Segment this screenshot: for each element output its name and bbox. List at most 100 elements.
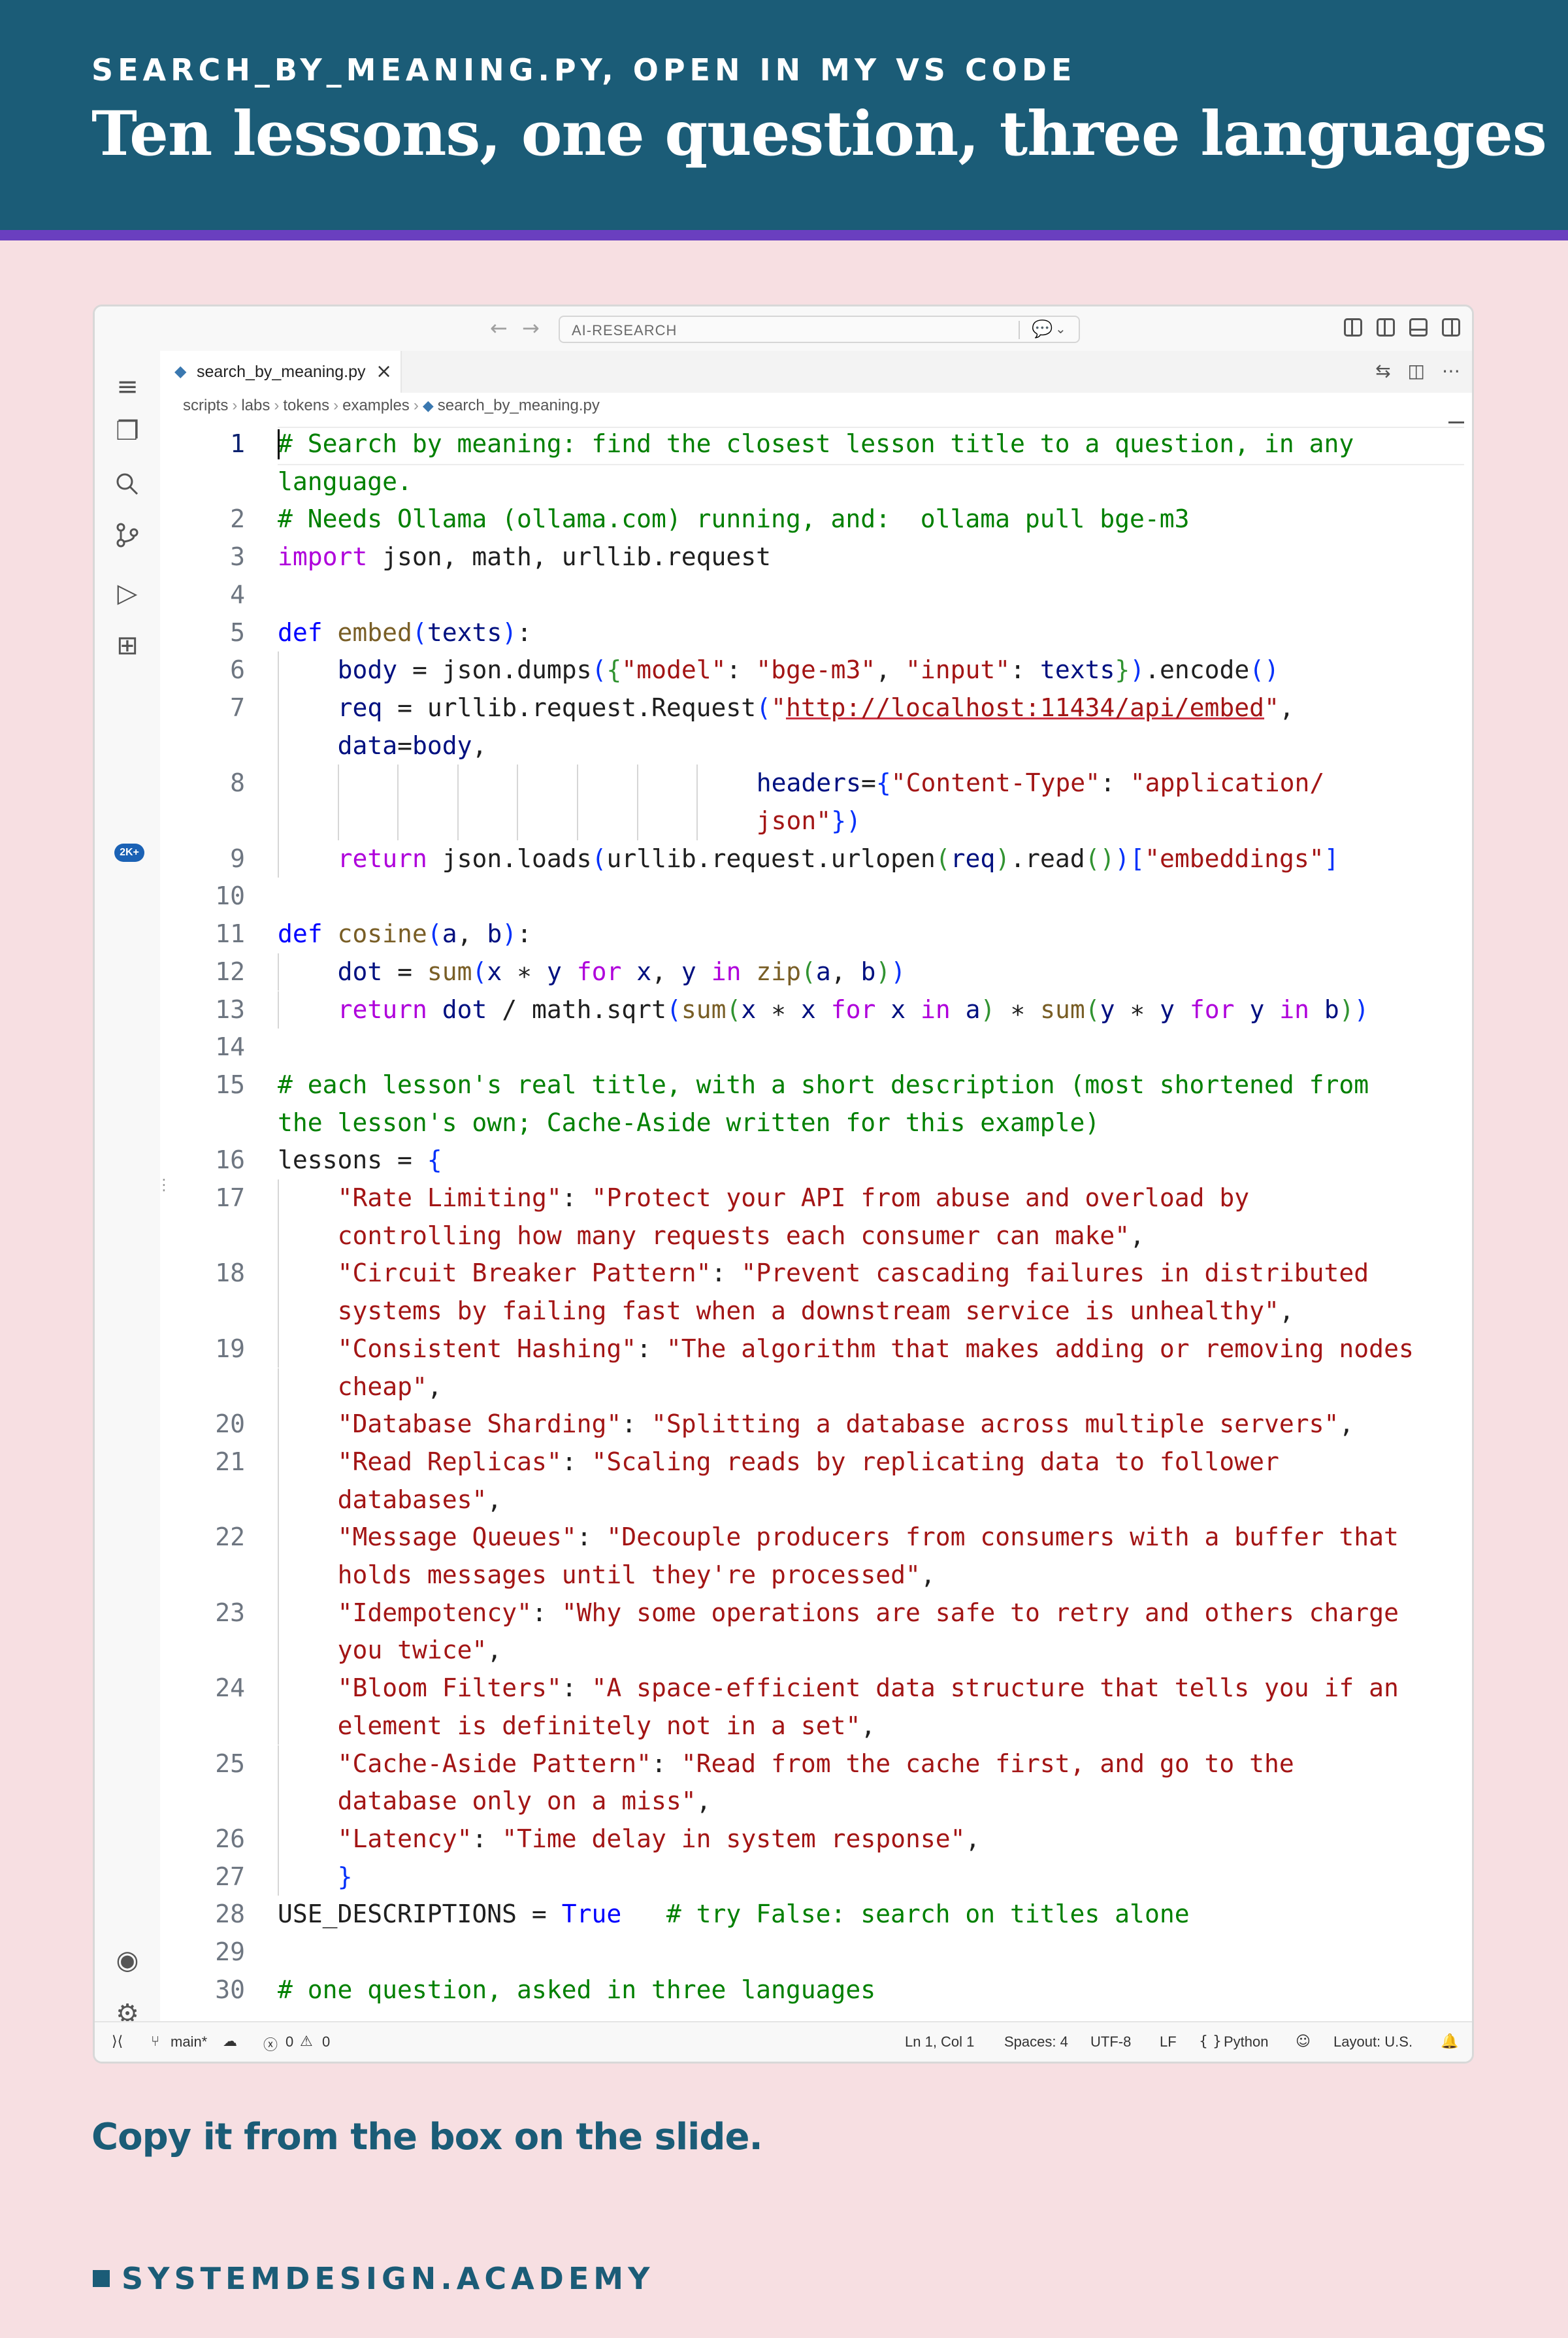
toggle-primary-sidebar-icon[interactable] bbox=[1377, 318, 1395, 337]
indent-guide bbox=[278, 1594, 279, 1632]
code-line: return json.loads(urllib.request.urlopen… bbox=[337, 844, 1339, 873]
warning-icon[interactable]: ⚠ bbox=[300, 2033, 313, 2050]
tab-strip: ◆ search_by_meaning.py × ⇆ ◫ ⋯ bbox=[160, 351, 1472, 393]
search-icon[interactable] bbox=[95, 471, 160, 504]
breadcrumb-item[interactable]: examples bbox=[342, 397, 410, 414]
title-bar: ← → AI-RESEARCH 💬 ⌄ bbox=[95, 306, 1472, 351]
line-number: 26 bbox=[215, 1824, 245, 1853]
line-number: 20 bbox=[215, 1409, 245, 1439]
error-icon[interactable]: ⓧ bbox=[263, 2033, 278, 2054]
code-line: "Rate Limiting": "Protect your API from … bbox=[337, 1183, 1250, 1212]
sync-icon[interactable]: ☁ bbox=[223, 2033, 237, 2050]
indent-guide bbox=[278, 1519, 279, 1556]
error-count[interactable]: 0 bbox=[286, 2033, 293, 2050]
line-number bbox=[160, 727, 245, 765]
line-number: 19 bbox=[215, 1334, 245, 1363]
code-line: database only on a miss", bbox=[337, 1786, 711, 1816]
keyboard-layout[interactable]: Layout: U.S. bbox=[1333, 2033, 1413, 2050]
toggle-secondary-sidebar-icon[interactable] bbox=[1442, 318, 1460, 337]
extensions-icon[interactable]: ⊞ bbox=[95, 631, 160, 661]
source-control-icon[interactable] bbox=[95, 522, 160, 555]
bell-icon[interactable]: 🔔 bbox=[1441, 2033, 1458, 2050]
account-icon[interactable]: ◉ bbox=[95, 1945, 160, 1975]
code-line: "Idempotency": "Why some operations are … bbox=[337, 1598, 1399, 1627]
line-number: 7 bbox=[230, 693, 245, 722]
code-line: databases", bbox=[337, 1485, 502, 1514]
code-line: "Read Replicas": "Scaling reads by repli… bbox=[337, 1447, 1279, 1476]
indent-guide bbox=[278, 689, 279, 727]
warning-count[interactable]: 0 bbox=[322, 2033, 330, 2050]
files-icon[interactable]: ❐ bbox=[95, 416, 160, 446]
code-line: } bbox=[337, 1862, 353, 1891]
line-number: 17 bbox=[215, 1183, 245, 1212]
command-center[interactable]: AI-RESEARCH 💬 ⌄ bbox=[559, 316, 1080, 343]
code-line: questions = { bbox=[278, 2009, 472, 2011]
split-editor-icon[interactable]: ◫ bbox=[1408, 360, 1425, 382]
code-line: "Consistent Hashing": "The algorithm tha… bbox=[337, 1334, 1414, 1363]
vscode-window: ← → AI-RESEARCH 💬 ⌄ ≡ ❐ 2K+ ▷ ⊞ ◉ ⚙ ◆ se… bbox=[93, 305, 1474, 2064]
breadcrumb-item[interactable]: search_by_meaning.py bbox=[438, 397, 600, 414]
sash-handle-icon[interactable]: ⋮ bbox=[156, 1176, 172, 1194]
cursor-position[interactable]: Ln 1, Col 1 bbox=[905, 2033, 974, 2050]
banner-stripe bbox=[0, 230, 1568, 240]
indent-guide bbox=[278, 1330, 279, 1368]
breadcrumb-item[interactable]: labs bbox=[241, 397, 270, 414]
compare-changes-icon[interactable]: ⇆ bbox=[1375, 360, 1390, 382]
breadcrumb-item[interactable]: scripts bbox=[183, 397, 228, 414]
chat-icon[interactable]: 💬 bbox=[1032, 320, 1053, 339]
line-number bbox=[160, 1707, 245, 1745]
line-number: 31 bbox=[160, 2009, 245, 2011]
code-line: # one question, asked in three languages bbox=[278, 1975, 876, 2004]
branch-name[interactable]: main* bbox=[171, 2033, 207, 2050]
copilot-icon[interactable]: ☺ bbox=[1296, 2033, 1311, 2050]
arrow-left-icon[interactable]: ← bbox=[490, 316, 508, 340]
code-line: you twice", bbox=[337, 1636, 502, 1665]
indent-guide bbox=[278, 765, 279, 802]
arrow-right-icon[interactable]: → bbox=[522, 316, 540, 340]
close-icon[interactable]: × bbox=[376, 360, 392, 383]
indent-guide bbox=[278, 1820, 279, 1858]
customize-layout-icon[interactable] bbox=[1344, 318, 1362, 337]
indent-guide bbox=[278, 1783, 279, 1820]
indent-guide bbox=[397, 765, 399, 802]
breadcrumb-item[interactable]: tokens bbox=[283, 397, 329, 414]
python-file-icon: ◆ bbox=[174, 362, 187, 380]
code-line: import json, math, urllib.request bbox=[278, 542, 771, 572]
code-line: "Circuit Breaker Pattern": "Prevent casc… bbox=[337, 1259, 1369, 1288]
line-number: 1 bbox=[230, 429, 245, 458]
line-number: 30 bbox=[215, 1975, 245, 2004]
language-mode[interactable]: Python bbox=[1224, 2033, 1269, 2050]
line-number: 21 bbox=[215, 1447, 245, 1476]
chevron-right-icon: › bbox=[333, 397, 339, 414]
indent-guide bbox=[278, 991, 279, 1029]
code-editor[interactable]: 1 # Search by meaning: find the closest l… bbox=[160, 418, 1464, 2011]
line-number bbox=[160, 1104, 245, 1142]
line-number: 18 bbox=[215, 1259, 245, 1288]
code-line: def cosine(a, b): bbox=[278, 919, 532, 949]
indent-guide bbox=[278, 1556, 279, 1594]
code-line: cheap", bbox=[337, 1372, 442, 1401]
chevron-right-icon: › bbox=[274, 397, 280, 414]
scm-badge: 2K+ bbox=[114, 844, 144, 862]
indent-guide bbox=[337, 802, 339, 840]
code-line: lessons = { bbox=[278, 1145, 442, 1175]
encoding[interactable]: UTF-8 bbox=[1090, 2033, 1131, 2050]
toggle-panel-icon[interactable] bbox=[1409, 318, 1428, 337]
run-debug-icon[interactable]: ▷ bbox=[95, 578, 160, 608]
indent-guide bbox=[278, 1179, 279, 1217]
remote-icon[interactable]: ⟩⟨ bbox=[112, 2033, 123, 2050]
chevron-down-icon[interactable]: ⌄ bbox=[1055, 321, 1066, 337]
menu-icon[interactable]: ≡ bbox=[95, 372, 160, 402]
indentation[interactable]: Spaces: 4 bbox=[1004, 2033, 1068, 2050]
indent-guide bbox=[457, 802, 459, 840]
indent-guide bbox=[278, 953, 279, 991]
line-ending[interactable]: LF bbox=[1160, 2033, 1177, 2050]
line-number: 13 bbox=[215, 995, 245, 1024]
indent-guide bbox=[636, 765, 638, 802]
code-line: json"}) bbox=[756, 806, 861, 835]
line-number: 5 bbox=[230, 617, 245, 647]
more-actions-icon[interactable]: ⋯ bbox=[1442, 360, 1460, 382]
tab-search-by-meaning[interactable]: ◆ search_by_meaning.py × bbox=[160, 351, 402, 393]
indent-guide bbox=[517, 765, 519, 802]
branch-icon[interactable]: ⑂ bbox=[151, 2033, 159, 2050]
